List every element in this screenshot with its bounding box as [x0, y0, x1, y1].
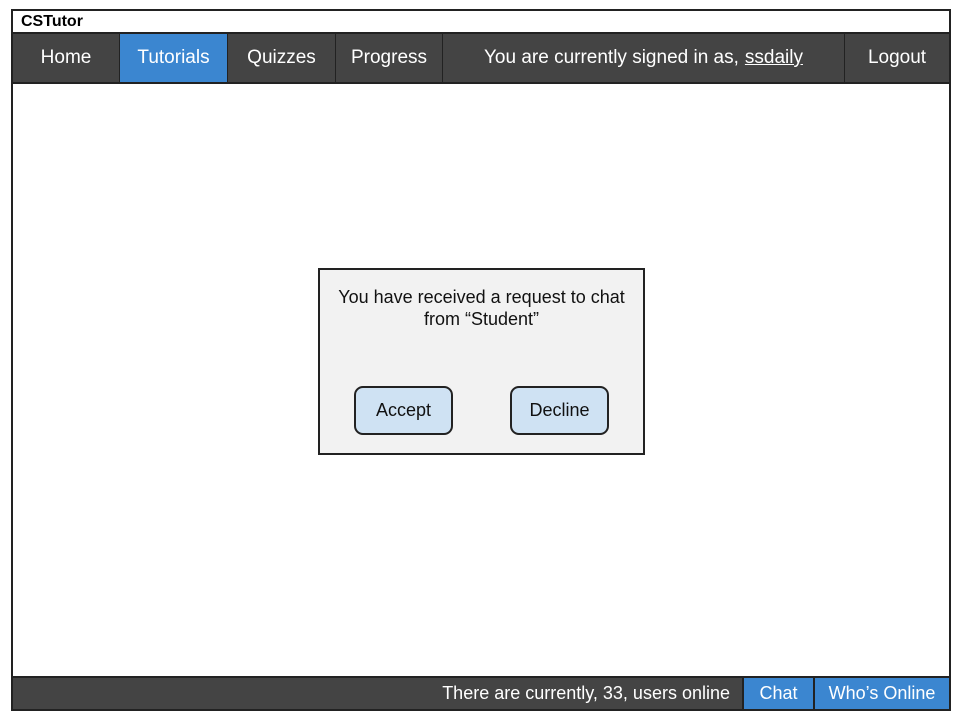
- top-nav: Home Tutorials Quizzes Progress You are …: [13, 34, 949, 84]
- logout-button[interactable]: Logout: [845, 34, 949, 82]
- nav-tutorials[interactable]: Tutorials: [120, 34, 228, 82]
- chat-request-dialog: You have received a request to chat from…: [318, 268, 645, 455]
- footer-bar: There are currently, 33, users online Ch…: [13, 676, 949, 709]
- signed-in-text: You are currently signed in as,: [484, 47, 739, 68]
- app-window: CSTutor Home Tutorials Quizzes Progress …: [11, 9, 951, 711]
- decline-button[interactable]: Decline: [510, 386, 609, 435]
- accept-button[interactable]: Accept: [354, 386, 453, 435]
- signed-in-status: You are currently signed in as, ssdaily: [443, 34, 845, 82]
- chat-request-message: You have received a request to chat from…: [338, 287, 625, 329]
- main-content: You have received a request to chat from…: [13, 84, 949, 676]
- app-title: CSTutor: [13, 11, 949, 34]
- users-online-status: There are currently, 33, users online: [442, 683, 730, 703]
- username-link[interactable]: ssdaily: [745, 47, 803, 69]
- nav-home[interactable]: Home: [13, 34, 120, 82]
- nav-progress[interactable]: Progress: [336, 34, 443, 82]
- chat-button[interactable]: Chat: [742, 678, 813, 709]
- nav-quizzes[interactable]: Quizzes: [228, 34, 336, 82]
- whos-online-button[interactable]: Who’s Online: [813, 678, 949, 709]
